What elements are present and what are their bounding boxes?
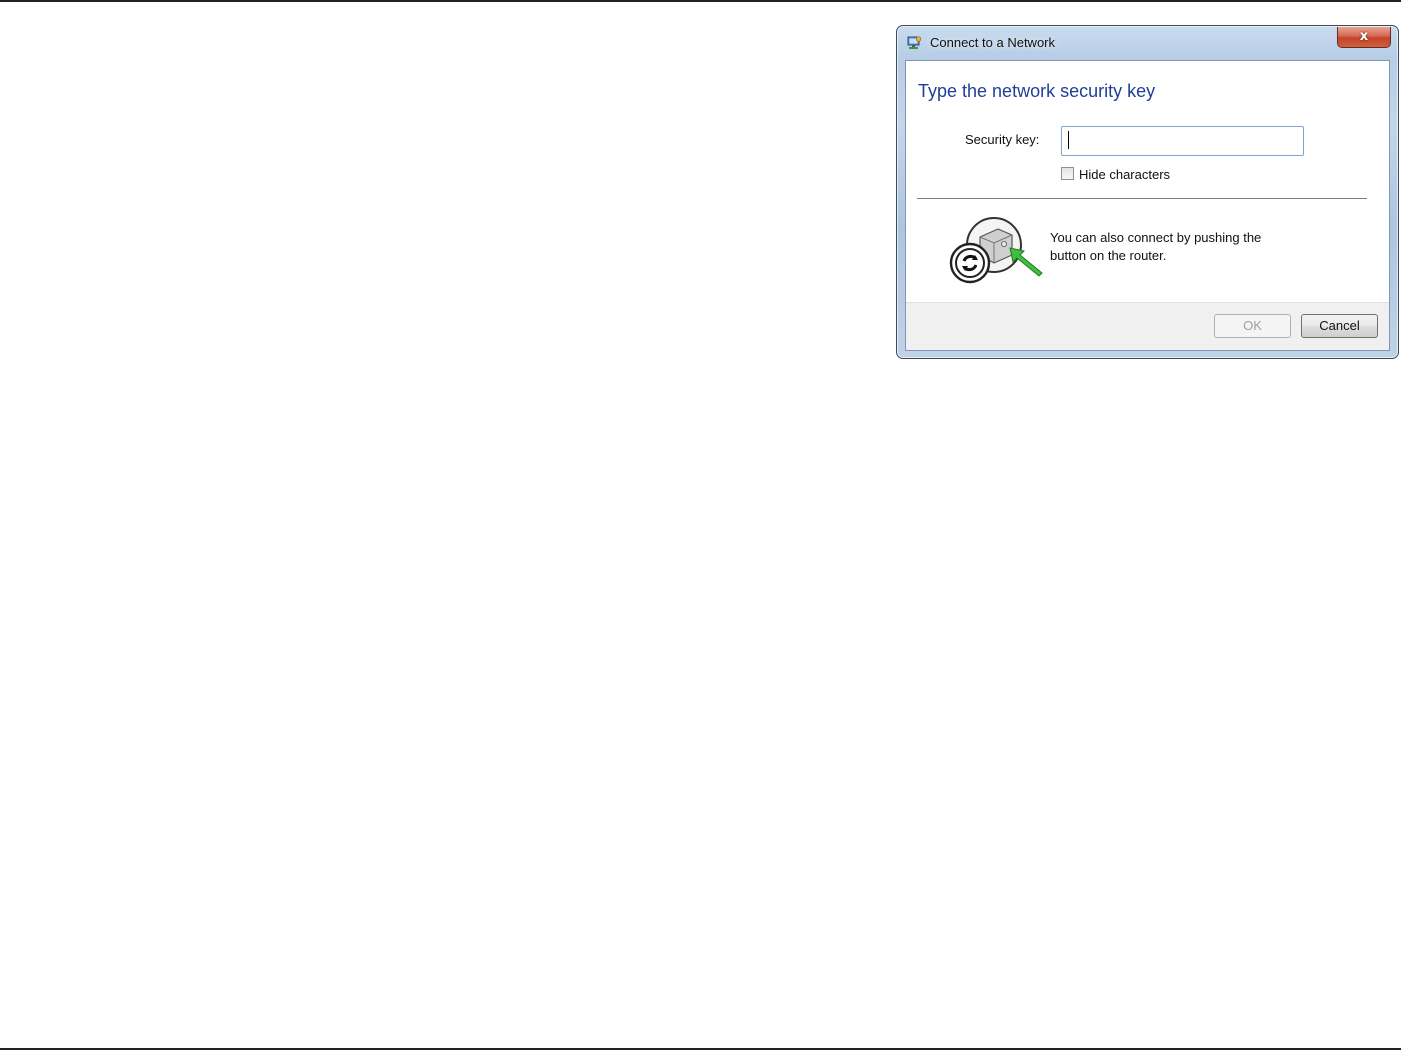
page-top-rule [0, 0, 1401, 2]
ok-button[interactable]: OK [1214, 314, 1291, 338]
security-key-label: Security key: [965, 132, 1040, 147]
connect-to-network-dialog: Connect to a Network x Type the network … [896, 25, 1399, 359]
security-key-input[interactable] [1061, 126, 1304, 156]
close-button[interactable]: x [1337, 27, 1391, 48]
wps-instruction-text: You can also connect by pushing the butt… [1050, 230, 1262, 263]
page-bottom-rule [0, 1048, 1401, 1050]
dialog-heading: Type the network security key [918, 81, 1156, 101]
title-bar[interactable]: Connect to a Network x [897, 26, 1398, 60]
hide-characters-checkbox[interactable] [1061, 167, 1074, 180]
close-icon: x [1359, 29, 1369, 44]
hide-characters-label[interactable]: Hide characters [1079, 167, 1170, 182]
text-caret [1068, 131, 1069, 149]
cancel-button[interactable]: Cancel [1301, 314, 1378, 338]
section-divider [917, 198, 1367, 199]
button-bar: OK Cancel [906, 302, 1389, 350]
window-title: Connect to a Network [930, 35, 1056, 50]
wps-router-button-icon [946, 215, 1046, 287]
dialog-content: Type the network security key Security k… [905, 60, 1390, 351]
network-icon [906, 35, 922, 51]
